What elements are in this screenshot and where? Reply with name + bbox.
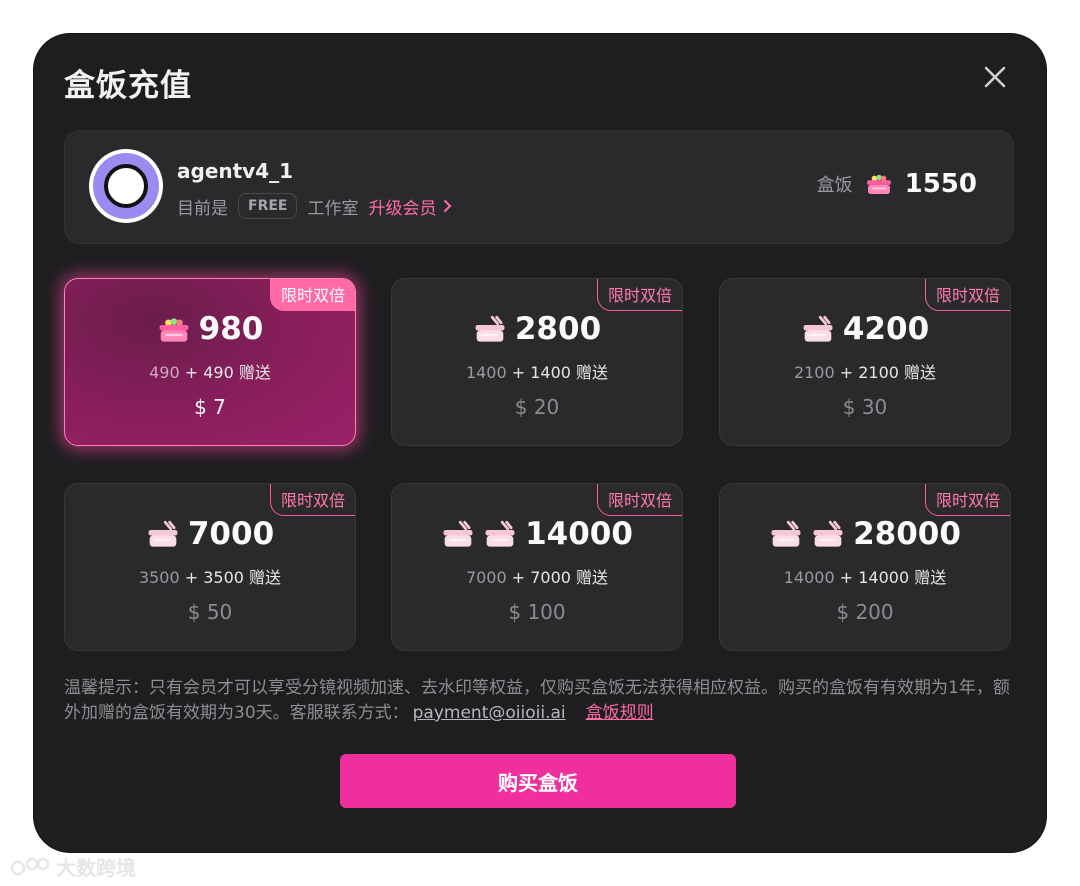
package-amount: 28000 — [853, 516, 961, 552]
bento-icon — [473, 315, 507, 344]
balance-value: 1550 — [904, 169, 977, 199]
package-price: $ 20 — [514, 395, 560, 419]
watermark-logo-icon — [10, 857, 50, 875]
close-icon[interactable] — [982, 64, 1008, 90]
bento-icon — [146, 520, 180, 549]
package-bonus: + 490 赠送 — [184, 363, 271, 382]
package-amount: 2800 — [514, 311, 602, 347]
package-card-7000[interactable]: 限时双倍 7000 3500 + 3500 赠送 $ 50 — [64, 483, 356, 651]
package-base: 14000 — [783, 568, 835, 587]
upgrade-label: 升级会员 — [368, 198, 437, 219]
bento-icon — [441, 520, 517, 549]
bento-icon — [865, 172, 893, 196]
membership-status: 目前是 FREE 工作室 升级会员 — [177, 193, 452, 219]
package-base: 3500 — [138, 568, 180, 587]
studio-label: 工作室 — [307, 198, 359, 219]
package-bonus: + 2100 赠送 — [839, 363, 937, 382]
package-price: $ 100 — [508, 600, 566, 624]
buy-bento-button[interactable]: 购买盒饭 — [340, 754, 736, 808]
user-card: agentv4_1 目前是 FREE 工作室 升级会员 盒饭 1550 — [64, 130, 1014, 244]
limited-double-badge: 限时双倍 — [269, 484, 355, 516]
package-bonus: + 14000 赠送 — [839, 568, 947, 587]
watermark-text: 大数跨境 — [56, 856, 136, 880]
limited-double-badge: 限时双倍 — [924, 484, 1010, 516]
package-bonus: + 1400 赠送 — [511, 363, 609, 382]
balance-label: 盒饭 — [816, 175, 853, 196]
upgrade-membership-link[interactable]: 升级会员 — [368, 194, 452, 219]
limited-double-badge: 限时双倍 — [596, 279, 682, 311]
package-amount: 7000 — [187, 516, 275, 552]
package-base: 7000 — [465, 568, 507, 587]
plan-badge: FREE — [238, 193, 298, 219]
bento-rules-link[interactable]: 盒饭规则 — [586, 703, 654, 723]
limited-double-badge: 限时双倍 — [269, 279, 355, 311]
limited-double-badge: 限时双倍 — [924, 279, 1010, 311]
package-price: $ 30 — [842, 395, 888, 419]
package-card-14000[interactable]: 限时双倍 14000 7000 + 7000 赠送 $ 100 — [391, 483, 683, 651]
package-card-2800[interactable]: 限时双倍 2800 1400 + 1400 赠送 $ 20 — [391, 278, 683, 446]
package-card-28000[interactable]: 限时双倍 28000 14000 + 14000 赠送 $ 200 — [719, 483, 1011, 651]
limited-double-badge: 限时双倍 — [596, 484, 682, 516]
watermark: 大数跨境 — [10, 852, 136, 881]
chevron-right-icon — [444, 200, 452, 212]
username: agentv4_1 — [177, 159, 294, 183]
dialog-title: 盒饭充值 — [64, 68, 192, 104]
package-amount: 980 — [198, 311, 264, 347]
bento-icon — [769, 520, 845, 549]
bento-icon — [801, 315, 835, 344]
package-bonus: + 7000 赠送 — [511, 568, 609, 587]
package-card-4200[interactable]: 限时双倍 4200 2100 + 2100 赠送 $ 30 — [719, 278, 1011, 446]
status-prefix: 目前是 — [177, 198, 228, 219]
package-amount: 14000 — [525, 516, 633, 552]
avatar — [89, 149, 163, 223]
package-base: 1400 — [465, 363, 507, 382]
package-price: $ 200 — [836, 600, 894, 624]
reminder-note: 温馨提示：只有会员才可以享受分镜视频加速、去水印等权益，仅购买盒饭无法获得相应权… — [64, 676, 1014, 726]
package-base: 490 — [149, 363, 180, 382]
package-bonus: + 3500 赠送 — [184, 568, 282, 587]
package-base: 2100 — [793, 363, 835, 382]
package-price: $ 50 — [187, 600, 233, 624]
package-amount: 4200 — [842, 311, 930, 347]
bento-icon — [157, 315, 191, 344]
support-email-link[interactable]: payment@oiioii.ai — [413, 703, 566, 723]
recharge-dialog: 盒饭充值 agentv4_1 目前是 FREE 工作室 升级会员 盒饭 1550 — [34, 34, 1046, 852]
balance: 盒饭 1550 — [817, 169, 977, 199]
package-price: $ 7 — [194, 395, 226, 419]
package-card-980[interactable]: 限时双倍 980 490 + 490 赠送 $ 7 — [64, 278, 356, 446]
